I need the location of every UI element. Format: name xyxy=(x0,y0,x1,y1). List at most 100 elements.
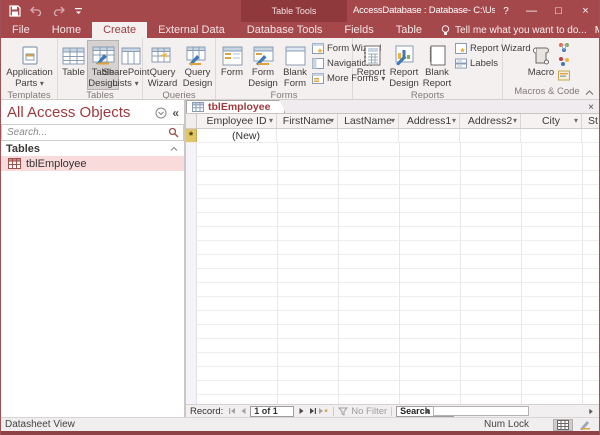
datasheet-cell[interactable] xyxy=(521,129,582,142)
nav-group-label: Tables xyxy=(6,143,40,155)
report-design-icon xyxy=(394,43,415,68)
tab-database-tools[interactable]: Database Tools xyxy=(236,22,334,38)
button-label: Report xyxy=(357,68,386,79)
nav-search-input[interactable] xyxy=(2,127,168,138)
column-header[interactable]: Address2▾ xyxy=(460,114,521,128)
close-document-icon[interactable]: × xyxy=(588,100,594,114)
column-dropdown-icon[interactable]: ▾ xyxy=(574,116,578,125)
tab-file[interactable]: File xyxy=(1,22,41,38)
table-design-icon xyxy=(92,43,115,68)
maximize-button[interactable]: □ xyxy=(545,0,572,22)
column-dropdown-icon[interactable]: ▾ xyxy=(391,116,395,125)
minimize-button[interactable]: — xyxy=(518,0,545,22)
close-button[interactable]: × xyxy=(572,0,599,22)
datasheet-cell[interactable] xyxy=(582,129,599,142)
next-record-button[interactable] xyxy=(296,407,307,415)
query-wizard-button[interactable]: Query Wizard xyxy=(145,40,180,90)
datasheet-cell[interactable] xyxy=(277,129,338,142)
filter-toggle-button[interactable]: No Filter xyxy=(338,406,387,417)
column-header[interactable]: City▾ xyxy=(521,114,582,128)
new-record-row: * (New) xyxy=(186,129,599,143)
form-design-button[interactable]: Form Design xyxy=(246,40,280,90)
account-user[interactable]: Muhammad Waqas xyxy=(595,22,600,38)
tell-me-box[interactable]: Tell me what you want to do... xyxy=(433,22,595,38)
last-record-button[interactable] xyxy=(307,407,318,415)
tab-create[interactable]: Create xyxy=(92,22,147,38)
column-label: LastName xyxy=(344,115,392,127)
scroll-right-button[interactable] xyxy=(586,408,597,415)
column-dropdown-icon[interactable]: ▾ xyxy=(452,116,456,125)
column-header[interactable]: Employee ID▾ xyxy=(197,114,277,128)
table-button[interactable]: Table xyxy=(60,40,87,80)
column-header[interactable]: St xyxy=(582,114,599,128)
access-window: Table Tools AccessDatabase : Database- C… xyxy=(0,0,600,435)
tab-fields[interactable]: Fields xyxy=(333,22,384,38)
class-module-button[interactable] xyxy=(558,56,570,67)
form-button[interactable]: Form xyxy=(218,40,246,80)
blank-form-button[interactable]: Blank Form xyxy=(280,40,310,90)
save-button[interactable] xyxy=(9,5,21,17)
application-parts-button[interactable]: Application Parts ▾ xyxy=(3,40,56,90)
scrollbar-thumb[interactable] xyxy=(433,406,529,416)
report-button[interactable]: Report xyxy=(355,40,387,80)
scroll-left-button[interactable] xyxy=(420,408,432,415)
datasheet-grid xyxy=(186,143,599,404)
collapse-ribbon-button[interactable] xyxy=(585,90,594,96)
column-dropdown-icon[interactable]: ▾ xyxy=(330,116,334,125)
nav-group-tables[interactable]: Tables xyxy=(1,141,184,156)
datasheet-view-button[interactable] xyxy=(553,419,573,431)
application-parts-icon xyxy=(19,43,41,68)
tab-home[interactable]: Home xyxy=(41,22,92,38)
window-bottom-border xyxy=(1,431,599,435)
blank-report-button[interactable]: Blank Report xyxy=(421,40,453,90)
shutter-bar-button[interactable]: « xyxy=(172,106,179,120)
contextual-tab-group: Table Tools xyxy=(241,0,347,22)
design-view-button[interactable] xyxy=(575,419,595,431)
redo-button[interactable] xyxy=(52,6,65,16)
nav-pane-menu-button[interactable] xyxy=(155,107,167,119)
datasheet-tab-icon xyxy=(192,102,204,112)
column-dropdown-icon[interactable]: ▾ xyxy=(269,116,273,125)
column-header[interactable]: FirstName▾ xyxy=(277,114,338,128)
record-position-box[interactable]: 1 of 1 xyxy=(250,406,294,417)
customize-qat-button[interactable] xyxy=(74,7,83,16)
column-header[interactable]: Address1▾ xyxy=(399,114,460,128)
datasheet-cell[interactable] xyxy=(338,129,399,142)
form-icon xyxy=(222,43,243,68)
help-button[interactable]: ? xyxy=(494,0,518,22)
column-label: Address2 xyxy=(468,115,512,127)
new-record-selector[interactable]: * xyxy=(186,129,197,142)
button-label: Macro xyxy=(528,68,554,79)
search-icon[interactable] xyxy=(168,127,183,138)
column-dropdown-icon[interactable]: ▾ xyxy=(513,116,517,125)
module-icon xyxy=(558,42,570,53)
visual-basic-button[interactable] xyxy=(558,70,570,81)
nav-pane-title[interactable]: All Access Objects xyxy=(7,104,155,121)
query-design-button[interactable]: Query Design xyxy=(180,40,215,90)
quick-access-toolbar xyxy=(9,0,83,22)
sharepoint-lists-button[interactable]: SharePoint Lists ▾ xyxy=(119,40,143,90)
macro-button[interactable]: Macro xyxy=(524,40,558,80)
undo-button[interactable] xyxy=(30,6,43,16)
button-label: Blank Form xyxy=(282,68,308,89)
select-all-corner[interactable] xyxy=(186,114,197,128)
module-button[interactable] xyxy=(558,42,570,53)
new-record-id-cell[interactable]: (New) xyxy=(197,129,277,142)
column-header[interactable]: LastName▾ xyxy=(338,114,399,128)
query-design-icon xyxy=(186,43,209,68)
ribbon-group-queries: Query Wizard Query Design Queries xyxy=(143,38,216,99)
first-record-button[interactable] xyxy=(226,407,237,415)
more-forms-icon xyxy=(312,73,324,84)
tab-tblEmployee[interactable]: tblEmployee xyxy=(186,100,285,113)
new-record-button[interactable] xyxy=(318,407,329,415)
previous-record-button[interactable] xyxy=(237,407,248,415)
nav-item-tblEmployee[interactable]: tblEmployee xyxy=(1,156,184,171)
report-design-button[interactable]: Report Design xyxy=(387,40,421,90)
tab-external-data[interactable]: External Data xyxy=(147,22,236,38)
tab-table[interactable]: Table xyxy=(385,22,433,38)
collapse-group-icon[interactable] xyxy=(170,146,178,152)
datasheet-cell[interactable] xyxy=(399,129,460,142)
datasheet-header-row: Employee ID▾ FirstName▾ LastName▾ Addres… xyxy=(186,114,599,129)
group-label-forms: Forms xyxy=(216,90,352,99)
datasheet-cell[interactable] xyxy=(460,129,521,142)
